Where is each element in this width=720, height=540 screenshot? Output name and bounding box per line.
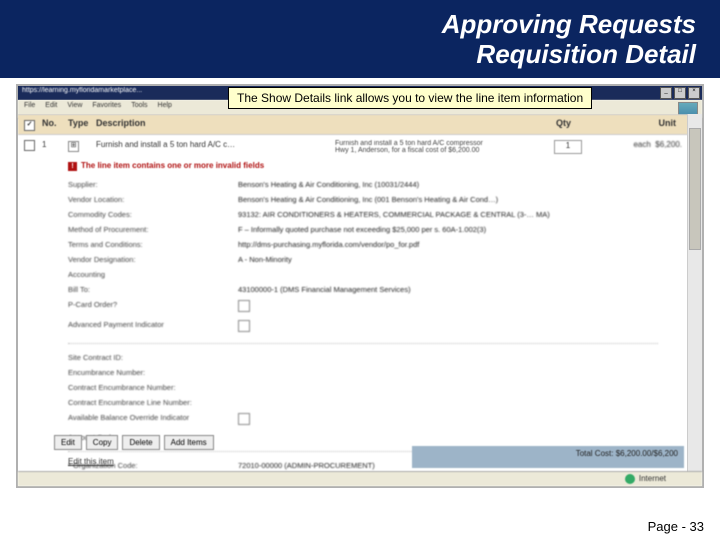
row-warning: !The line item contains one or more inva… <box>18 159 688 175</box>
internet-zone-icon <box>625 474 635 484</box>
content-area: ✓ No. Type Description Qty Unit 1 ⊞ Furn… <box>18 114 688 472</box>
page-number: Page - 33 <box>648 519 704 534</box>
vertical-scrollbar[interactable] <box>687 114 702 472</box>
title-line-1: Approving Requests <box>442 9 696 39</box>
line-item-row: 1 ⊞ Furnish and install a 5 ton hard A/C… <box>18 135 688 159</box>
col-type: Type <box>68 118 96 131</box>
minimize-button[interactable]: _ <box>660 87 672 99</box>
slide-title: Approving Requests Requisition Detail <box>0 10 696 70</box>
warning-icon: ! <box>68 162 77 171</box>
balance-override-checkbox[interactable] <box>238 413 250 425</box>
edit-item-link[interactable]: Edit this item <box>68 457 114 466</box>
row-number: 1 <box>42 140 68 154</box>
col-no: No. <box>42 118 68 131</box>
action-buttons: Edit Copy Delete Add Items <box>54 435 214 450</box>
row-checkbox[interactable] <box>24 140 35 151</box>
row-amount: each $6,200. <box>622 140 682 154</box>
maximize-button[interactable]: □ <box>674 87 686 99</box>
close-button[interactable]: × <box>688 87 700 99</box>
scrollbar-thumb[interactable] <box>689 128 701 250</box>
col-qty: Qty <box>556 118 616 131</box>
select-all-checkbox[interactable]: ✓ <box>24 120 35 131</box>
edit-button[interactable]: Edit <box>54 435 82 450</box>
add-items-button[interactable]: Add Items <box>164 435 214 450</box>
col-description: Description <box>96 118 556 131</box>
app-window: The Show Details link allows you to view… <box>16 84 704 488</box>
advance-pay-checkbox[interactable] <box>238 320 250 332</box>
browser-url: https://learning.myfloridamarketplace... <box>22 87 142 94</box>
total-cost-bar: Total Cost: $6,200.00/$6,200 <box>412 446 684 468</box>
slide-title-bar: Approving Requests Requisition Detail <box>0 0 720 78</box>
row-description: Furnish and install a 5 ton hard A/C c… <box>96 140 315 154</box>
row-desc-detail: Furnish and install a 5 ton hard A/C com… <box>315 140 554 154</box>
callout-text: The Show Details link allows you to view… <box>237 91 583 105</box>
copy-button[interactable]: Copy <box>86 435 119 450</box>
delete-button[interactable]: Delete <box>122 435 159 450</box>
line-item-header: ✓ No. Type Description Qty Unit <box>18 114 688 135</box>
pcard-checkbox[interactable] <box>238 300 250 312</box>
callout-box: The Show Details link allows you to view… <box>228 87 592 109</box>
qty-input[interactable]: 1 <box>554 140 582 154</box>
title-line-2: Requisition Detail <box>476 39 696 69</box>
expand-icon[interactable]: ⊞ <box>68 141 79 152</box>
browser-status-bar: Internet <box>18 471 702 486</box>
line-item-details: Supplier:Benson's Heating & Air Conditio… <box>18 175 688 472</box>
status-text: Internet <box>639 474 666 483</box>
col-unit: Unit <box>616 118 682 131</box>
window-controls: _ □ × <box>660 87 700 99</box>
